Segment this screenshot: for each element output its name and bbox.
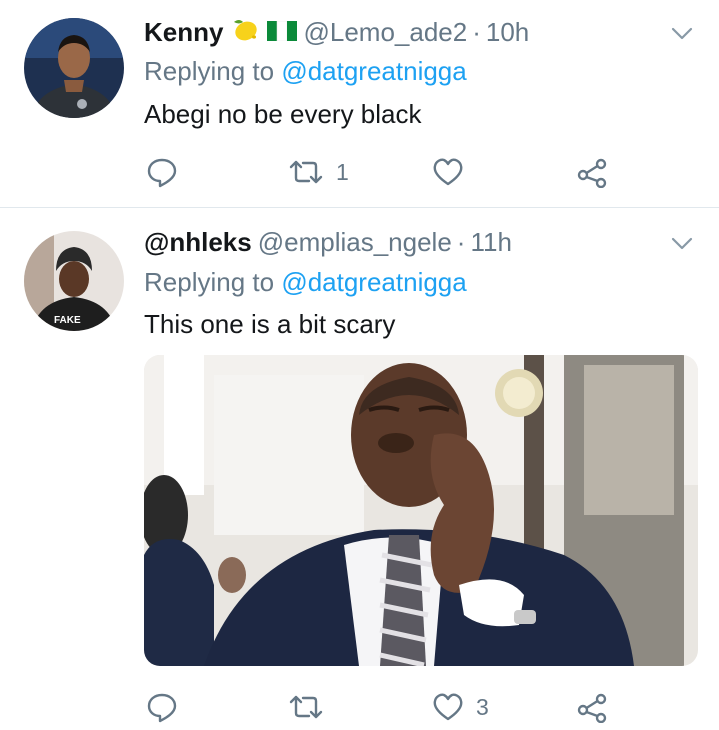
reply-icon bbox=[146, 156, 178, 188]
tweet-header: Kenny @Lemo_ade2 · 10h bbox=[144, 15, 529, 49]
tweet-text: Abegi no be every black bbox=[144, 99, 422, 129]
tweet-actions: 1 bbox=[0, 152, 719, 192]
chevron-down-icon[interactable] bbox=[667, 228, 697, 258]
retweet-icon bbox=[288, 691, 324, 723]
display-name[interactable]: Kenny bbox=[144, 17, 223, 48]
timestamp[interactable]: 11h bbox=[470, 227, 511, 258]
mention-link[interactable]: @datgreatnigga bbox=[281, 56, 466, 86]
share-button[interactable] bbox=[576, 687, 608, 727]
mention-link[interactable]: @datgreatnigga bbox=[281, 267, 466, 297]
replying-prefix: Replying to bbox=[144, 56, 275, 86]
lemon-emoji bbox=[231, 16, 259, 49]
nigeria-flag-emoji bbox=[267, 17, 298, 48]
timestamp[interactable]: 10h bbox=[486, 17, 529, 48]
reply-button[interactable] bbox=[146, 687, 178, 727]
tweet-photo[interactable] bbox=[144, 355, 698, 666]
tweet-header: @nhleks @emplias_ngele · 11h bbox=[144, 225, 512, 259]
replying-prefix: Replying to bbox=[144, 267, 275, 297]
avatar[interactable]: FAKE bbox=[24, 231, 124, 331]
tweet-nhleks[interactable]: FAKE @nhleks @emplias_ngele · 11h Replyi… bbox=[0, 208, 719, 730]
like-button[interactable]: 3 bbox=[432, 687, 489, 727]
retweet-count: 1 bbox=[336, 158, 349, 185]
like-count: 3 bbox=[476, 693, 489, 720]
share-icon bbox=[576, 156, 608, 188]
reply-button[interactable] bbox=[146, 152, 178, 192]
heart-icon bbox=[432, 691, 464, 723]
user-handle[interactable]: @emplias_ngele bbox=[258, 227, 452, 258]
user-handle[interactable]: @Lemo_ade2 bbox=[303, 17, 467, 48]
chevron-down-icon[interactable] bbox=[667, 18, 697, 48]
tweet-kenny[interactable]: Kenny @Lemo_ade2 · 10h Replying to @datg… bbox=[0, 0, 719, 207]
avatar[interactable] bbox=[24, 18, 124, 118]
replying-to: Replying to @datgreatnigga bbox=[144, 267, 467, 298]
like-button[interactable] bbox=[432, 152, 464, 192]
retweet-button[interactable]: 1 bbox=[288, 152, 349, 192]
tweet-actions: 3 bbox=[0, 687, 719, 727]
reply-icon bbox=[146, 691, 178, 723]
retweet-icon bbox=[288, 156, 324, 188]
replying-to: Replying to @datgreatnigga bbox=[144, 56, 467, 87]
share-icon bbox=[576, 691, 608, 723]
tweet-text: This one is a bit scary bbox=[144, 309, 396, 339]
separator-dot: · bbox=[456, 226, 466, 257]
svg-text:FAKE: FAKE bbox=[54, 315, 81, 326]
heart-icon bbox=[432, 156, 464, 188]
separator-dot: · bbox=[472, 16, 481, 47]
display-name[interactable]: @nhleks bbox=[144, 227, 252, 258]
share-button[interactable] bbox=[576, 152, 608, 192]
retweet-button[interactable] bbox=[288, 687, 336, 727]
